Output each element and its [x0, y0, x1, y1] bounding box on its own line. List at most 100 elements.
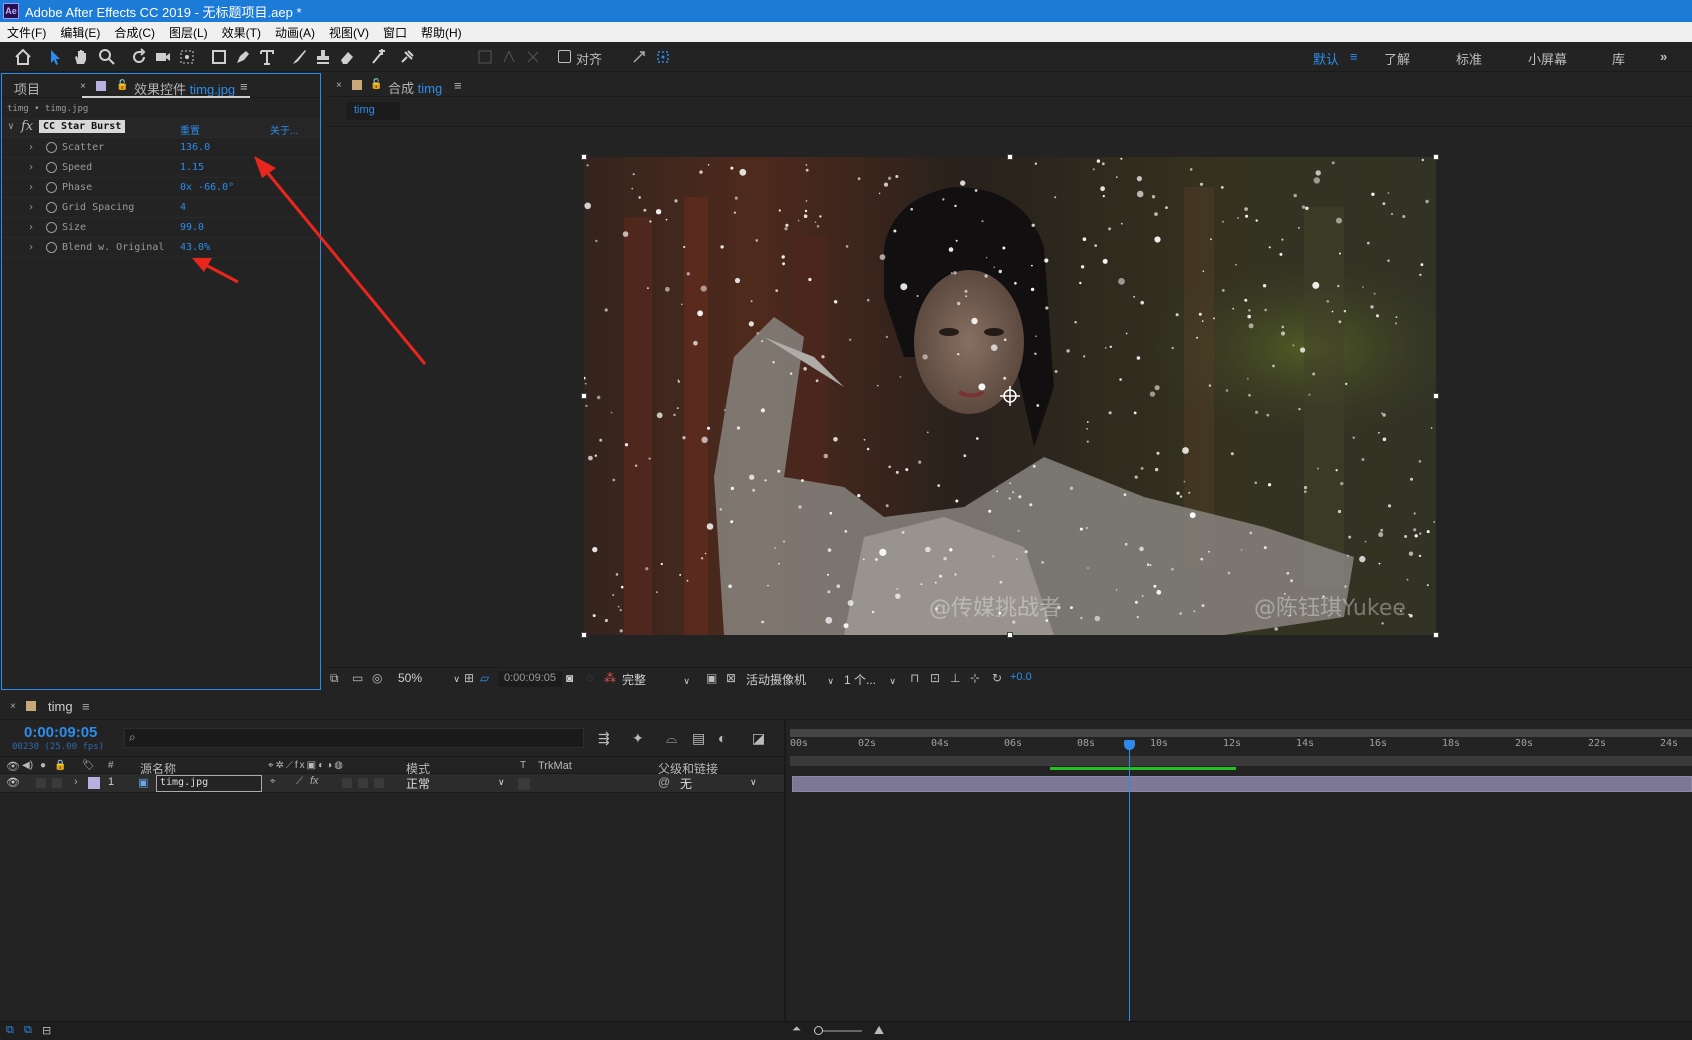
workspace-learn[interactable]: 了解 [1384, 49, 1410, 68]
layer-name-field[interactable]: timg.jpg [156, 775, 262, 792]
transform-handle[interactable] [1433, 393, 1439, 399]
graph-editor-icon[interactable]: ◪ [752, 730, 765, 747]
rotation-tool-icon[interactable] [128, 46, 150, 68]
timeline-search-input[interactable]: ⌕ [124, 728, 584, 748]
expand-chevron-icon[interactable]: › [28, 162, 34, 173]
expand-chevron-icon[interactable]: › [28, 202, 34, 213]
stopwatch-icon[interactable] [46, 162, 57, 173]
pick-whip-icon[interactable]: @ [658, 775, 670, 789]
label-header-icon[interactable]: 🏷 [82, 760, 95, 771]
flowchart-icon[interactable]: ⊹ [970, 671, 980, 685]
transform-handle[interactable] [1433, 632, 1439, 638]
snapshot-icon[interactable]: ◙ [566, 671, 573, 685]
lock-tab-icon[interactable]: 🔓 [116, 80, 128, 91]
channel-rgb-icon[interactable]: ⁂ [604, 671, 616, 685]
camera-tool-icon[interactable] [152, 46, 174, 68]
workspace-small-screen[interactable]: 小屏幕 [1528, 49, 1567, 68]
transform-handle[interactable] [1007, 154, 1013, 160]
pan-behind-tool-icon[interactable] [176, 46, 198, 68]
fit-icon[interactable]: ⊞ [464, 671, 474, 685]
timeline-icon[interactable]: ⊥ [950, 671, 960, 685]
lock-header-icon[interactable]: 🔒 [54, 760, 66, 771]
eraser-tool-icon[interactable] [336, 46, 358, 68]
close-tab-icon[interactable]: × [80, 81, 86, 92]
lock-toggle[interactable] [52, 778, 62, 788]
comp-flowchart-tab[interactable]: timg [346, 102, 400, 120]
menu-file[interactable]: 文件(F) [0, 24, 53, 41]
home-icon[interactable] [12, 46, 34, 68]
snapping-checkbox[interactable] [558, 50, 571, 63]
stopwatch-icon[interactable] [46, 142, 57, 153]
type-tool-icon[interactable] [256, 46, 278, 68]
region-of-interest-icon[interactable]: ▣ [706, 671, 717, 685]
param-value-speed[interactable]: 1.15 [180, 162, 204, 173]
param-value-blend[interactable]: 43.0% [180, 242, 210, 253]
workspace-standard[interactable]: 标准 [1456, 49, 1482, 68]
video-eye-icon[interactable]: 👁 [6, 776, 20, 789]
brush-tool-icon[interactable] [288, 46, 310, 68]
panel-menu-icon[interactable]: ≡ [240, 79, 248, 94]
close-tab-icon[interactable]: × [10, 701, 16, 712]
switch-toggle[interactable] [358, 778, 368, 788]
mask-visibility-icon[interactable]: ◎ [372, 671, 382, 685]
transform-handle[interactable] [1433, 154, 1439, 160]
hand-tool-icon[interactable] [70, 46, 92, 68]
timeline-zoom-slider-thumb[interactable] [814, 1026, 823, 1035]
menu-effect[interactable]: 效果(T) [215, 24, 268, 41]
menu-view[interactable]: 视图(V) [322, 24, 376, 41]
time-ruler[interactable]: 00s 02s 04s 06s 08s 10s 12s 14s 16s 18s … [790, 738, 1692, 754]
transform-handle[interactable] [581, 632, 587, 638]
composition-viewer-frame[interactable]: @传媒挑战者 @陈钰琪Yukee [584, 157, 1436, 635]
zoom-out-icon[interactable]: ⏶ [792, 1023, 801, 1036]
zoom-in-icon[interactable]: ⛰ [874, 1023, 884, 1038]
blend-mode-dropdown[interactable]: 正常 ∨ [406, 775, 510, 792]
draft-3d-icon[interactable]: ✦ [632, 730, 644, 747]
video-switch-header-icon[interactable]: 👁 [6, 760, 20, 773]
always-preview-icon[interactable]: ⧉ [330, 671, 339, 686]
close-tab-icon[interactable]: × [336, 80, 342, 91]
transform-handle[interactable] [581, 393, 587, 399]
transfer-controls-toggle-icon[interactable]: ⧉ [24, 1024, 32, 1037]
trkmat-header[interactable]: TrkMat [538, 760, 572, 772]
solo-toggle[interactable] [36, 778, 46, 788]
param-value-size[interactable]: 99.0 [180, 222, 204, 233]
current-time-display[interactable]: 0:00:09:05 [498, 671, 562, 687]
solo-switch-header-icon[interactable]: ● [40, 760, 46, 771]
puppet-tool-icon[interactable] [396, 46, 418, 68]
toggle-pixel-aspect-icon[interactable]: ⊓ [910, 671, 919, 685]
zoom-dropdown[interactable]: 50% ∨ [398, 671, 460, 685]
roto-brush-tool-icon[interactable] [368, 46, 390, 68]
menu-animation[interactable]: 动画(A) [268, 24, 322, 41]
tab-composition[interactable]: 合成 timg [388, 78, 442, 97]
tab-timeline[interactable]: timg [48, 699, 73, 714]
rectangle-tool-icon[interactable] [208, 46, 230, 68]
menu-edit[interactable]: 编辑(E) [53, 24, 107, 41]
parent-dropdown[interactable]: 无 ∨ [680, 775, 776, 792]
menu-layer[interactable]: 图层(L) [162, 24, 215, 41]
expand-chevron-icon[interactable]: › [28, 142, 34, 153]
lock-tab-icon[interactable]: 🔓 [370, 79, 382, 90]
show-snapshot-icon[interactable]: ◌ [586, 671, 593, 685]
snap-edges-icon[interactable] [628, 46, 650, 68]
audio-switch-header-icon[interactable]: ◀) [22, 760, 33, 771]
expand-chevron-icon[interactable]: › [28, 182, 34, 193]
comp-flowchart-icon[interactable]: ⇶ [598, 730, 610, 747]
selection-tool-icon[interactable] [44, 46, 66, 68]
exposure-value[interactable]: +0.0 [1010, 671, 1032, 683]
clone-stamp-tool-icon[interactable] [312, 46, 334, 68]
title-action-safe-icon[interactable]: ▱ [480, 671, 489, 685]
menu-composition[interactable]: 合成(C) [107, 24, 162, 41]
expand-chevron-icon[interactable]: › [28, 222, 34, 233]
stopwatch-icon[interactable] [46, 182, 57, 193]
workspace-libraries[interactable]: 库 [1612, 49, 1625, 68]
render-time-toggle-icon[interactable]: ⊟ [42, 1024, 51, 1037]
zoom-tool-icon[interactable] [96, 46, 118, 68]
transform-handle[interactable] [581, 154, 587, 160]
t-header[interactable]: T [520, 760, 526, 771]
current-time[interactable]: 0:00:09:05 [24, 724, 97, 741]
panel-menu-icon[interactable]: ≡ [82, 699, 90, 714]
stopwatch-icon[interactable] [46, 222, 57, 233]
stopwatch-icon[interactable] [46, 202, 57, 213]
layer-expand-chevron-icon[interactable]: › [74, 776, 78, 788]
menu-window[interactable]: 窗口 [376, 24, 414, 41]
